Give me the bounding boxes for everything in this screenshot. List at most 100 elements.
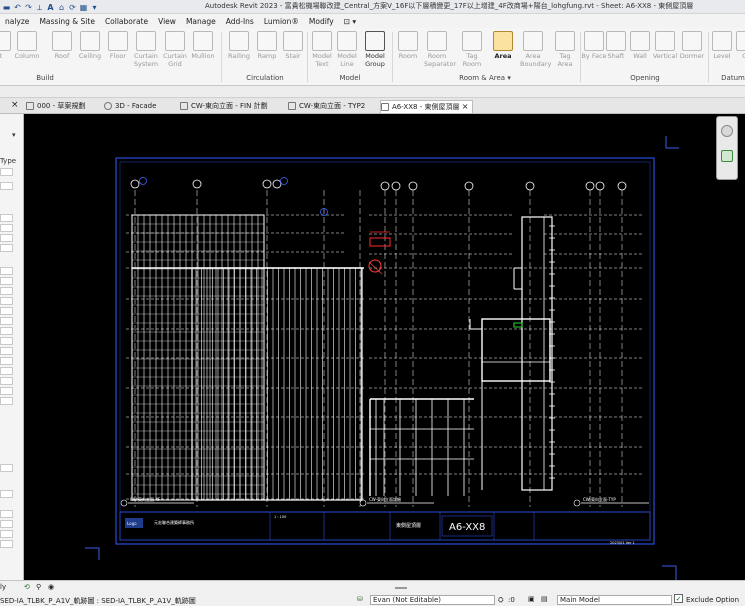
property-field[interactable] bbox=[0, 214, 13, 222]
property-field[interactable] bbox=[0, 377, 13, 385]
type-selector[interactable] bbox=[0, 168, 13, 176]
tool-dormer[interactable]: Dormer bbox=[679, 30, 705, 74]
contextual-tab-menu[interactable]: ⊡ ▾ bbox=[339, 17, 361, 26]
tool-area[interactable]: Area bbox=[490, 30, 516, 74]
tool-grid[interactable]: Gr bbox=[733, 30, 745, 74]
tab-view-000[interactable]: 000 - 草案規劃 bbox=[26, 100, 85, 113]
save-icon[interactable]: ▬ bbox=[2, 3, 11, 12]
camera-icon[interactable]: ◉ bbox=[48, 583, 54, 591]
filter-icon[interactable]: ⚲ bbox=[36, 583, 41, 591]
tool-wall-opening[interactable]: Wall bbox=[627, 30, 653, 74]
text-icon[interactable]: A bbox=[46, 3, 55, 12]
tool-area-boundary[interactable]: Area Boundary bbox=[520, 30, 551, 74]
tab-view-3d-facade[interactable]: 3D - Facade bbox=[104, 100, 156, 113]
property-field[interactable] bbox=[0, 234, 13, 242]
tool-vertical[interactable]: Vertical bbox=[652, 30, 678, 74]
property-field[interactable] bbox=[0, 244, 13, 252]
property-field[interactable] bbox=[0, 397, 13, 405]
property-field[interactable] bbox=[0, 267, 13, 275]
dropdown-icon[interactable]: ▾ bbox=[90, 3, 99, 12]
design-option-select[interactable]: Main Model bbox=[557, 595, 672, 605]
tab-view-a6-xx8[interactable]: A6-XX8 - 東側屋頂層 × bbox=[380, 100, 474, 113]
group-build: Build bbox=[36, 74, 54, 82]
tool-model-text[interactable]: Model Text bbox=[309, 30, 335, 74]
property-field[interactable] bbox=[0, 357, 13, 365]
tab-lumion[interactable]: Lumion® bbox=[259, 17, 304, 26]
property-field[interactable] bbox=[0, 520, 13, 528]
property-field[interactable] bbox=[0, 490, 13, 498]
tool-ramp[interactable]: Ramp bbox=[254, 30, 280, 74]
design-options-icon[interactable]: ▣ bbox=[528, 595, 535, 603]
tool-level[interactable]: Level bbox=[709, 30, 735, 74]
sync-icon[interactable]: ⟳ bbox=[68, 3, 77, 12]
tool-tag-area[interactable]: Tag Area bbox=[552, 30, 578, 74]
steering-wheel-icon[interactable] bbox=[721, 125, 733, 137]
close-panel-icon[interactable]: × bbox=[11, 100, 19, 110]
tool-curtain-grid[interactable]: Curtain Grid bbox=[162, 30, 188, 74]
tool-curtain-system[interactable]: Curtain System bbox=[133, 30, 159, 74]
floor-plan-icon bbox=[26, 102, 34, 110]
measure-icon[interactable]: ⟂ bbox=[35, 3, 44, 12]
tab-analyze[interactable]: nalyze bbox=[0, 17, 34, 26]
property-field[interactable] bbox=[0, 530, 13, 538]
zoom-icon[interactable] bbox=[721, 150, 733, 162]
tool-column[interactable]: Column bbox=[14, 30, 40, 74]
property-field[interactable] bbox=[0, 540, 13, 548]
view-switch-icon[interactable]: ▦ bbox=[79, 3, 88, 12]
sheet-drawing: CW-東向立面-4F CW-東向立面詳細 CW-東向立面-TYP Logo 元宏… bbox=[85, 136, 679, 580]
property-field[interactable] bbox=[0, 327, 13, 335]
property-field[interactable] bbox=[0, 182, 13, 190]
property-field[interactable] bbox=[0, 224, 13, 232]
property-field[interactable] bbox=[0, 317, 13, 325]
scroll-grip[interactable] bbox=[395, 587, 407, 589]
property-field[interactable] bbox=[0, 347, 13, 355]
tool-floor[interactable]: Floor bbox=[105, 30, 131, 74]
group-room-area[interactable]: Room & Area ▾ bbox=[450, 74, 520, 82]
view-tab-bar: × 000 - 草案規劃 3D - Facade CW-東向立面 - FIN 計… bbox=[0, 98, 745, 114]
home-icon[interactable]: ⌂ bbox=[57, 3, 66, 12]
property-field[interactable] bbox=[0, 307, 13, 315]
tab-view-cw-fin[interactable]: CW-東向立面 - FIN 計劃 bbox=[180, 100, 268, 113]
tool-mullion[interactable]: Mullion bbox=[190, 30, 216, 74]
property-field[interactable] bbox=[0, 277, 13, 285]
collapse-icon[interactable]: ▾ bbox=[12, 131, 16, 139]
property-field[interactable] bbox=[0, 367, 13, 375]
model-group-icon bbox=[365, 31, 385, 51]
tool-model-group[interactable]: Model Group bbox=[362, 30, 388, 74]
editing-requests-icon[interactable]: ⛭ bbox=[498, 596, 504, 605]
property-field[interactable] bbox=[0, 464, 13, 472]
group-circulation: Circulation bbox=[246, 74, 284, 82]
tool-room-separator[interactable]: Room Separator bbox=[424, 30, 456, 74]
tool-ceiling[interactable]: Ceiling bbox=[77, 30, 103, 74]
tool-t[interactable]: t bbox=[0, 30, 14, 74]
tab-view[interactable]: View bbox=[153, 17, 181, 26]
tab-add-ins[interactable]: Add-Ins bbox=[221, 17, 259, 26]
property-field[interactable] bbox=[0, 287, 13, 295]
tool-room[interactable]: Room bbox=[395, 30, 421, 74]
workset-icon[interactable]: ⛁ bbox=[357, 595, 363, 603]
tool-model-line[interactable]: Model Line bbox=[334, 30, 360, 74]
tab-view-cw-typ2[interactable]: CW-東向立面 - TYP2 bbox=[288, 100, 365, 113]
tab-manage[interactable]: Manage bbox=[181, 17, 221, 26]
worksharing-icon[interactable]: ⟲ bbox=[24, 583, 30, 591]
tool-tag-room[interactable]: Tag Room bbox=[459, 30, 485, 74]
undo-icon[interactable]: ↶ bbox=[13, 3, 22, 12]
close-tab-icon[interactable]: × bbox=[462, 102, 469, 111]
tab-modify[interactable]: Modify bbox=[304, 17, 339, 26]
design-option-set-icon[interactable]: ▤ bbox=[541, 595, 548, 603]
tool-shaft[interactable]: Shaft bbox=[603, 30, 629, 74]
tool-roof[interactable]: Roof bbox=[49, 30, 75, 74]
crop-mark bbox=[85, 547, 100, 560]
tool-stair[interactable]: Stair bbox=[280, 30, 306, 74]
tab-collaborate[interactable]: Collaborate bbox=[100, 17, 153, 26]
tool-railing[interactable]: Railing bbox=[226, 30, 252, 74]
property-field[interactable] bbox=[0, 510, 13, 518]
drawing-area[interactable]: CW-東向立面-4F CW-東向立面詳細 CW-東向立面-TYP Logo 元宏… bbox=[24, 114, 745, 580]
property-field[interactable] bbox=[0, 337, 13, 345]
active-workset[interactable]: Evan (Not Editable) bbox=[370, 595, 495, 605]
tab-massing-site[interactable]: Massing & Site bbox=[34, 17, 100, 26]
property-field[interactable] bbox=[0, 387, 13, 395]
property-field[interactable] bbox=[0, 297, 13, 305]
exclude-options-checkbox[interactable]: ✓ bbox=[674, 594, 683, 603]
redo-icon[interactable]: ↷ bbox=[24, 3, 33, 12]
